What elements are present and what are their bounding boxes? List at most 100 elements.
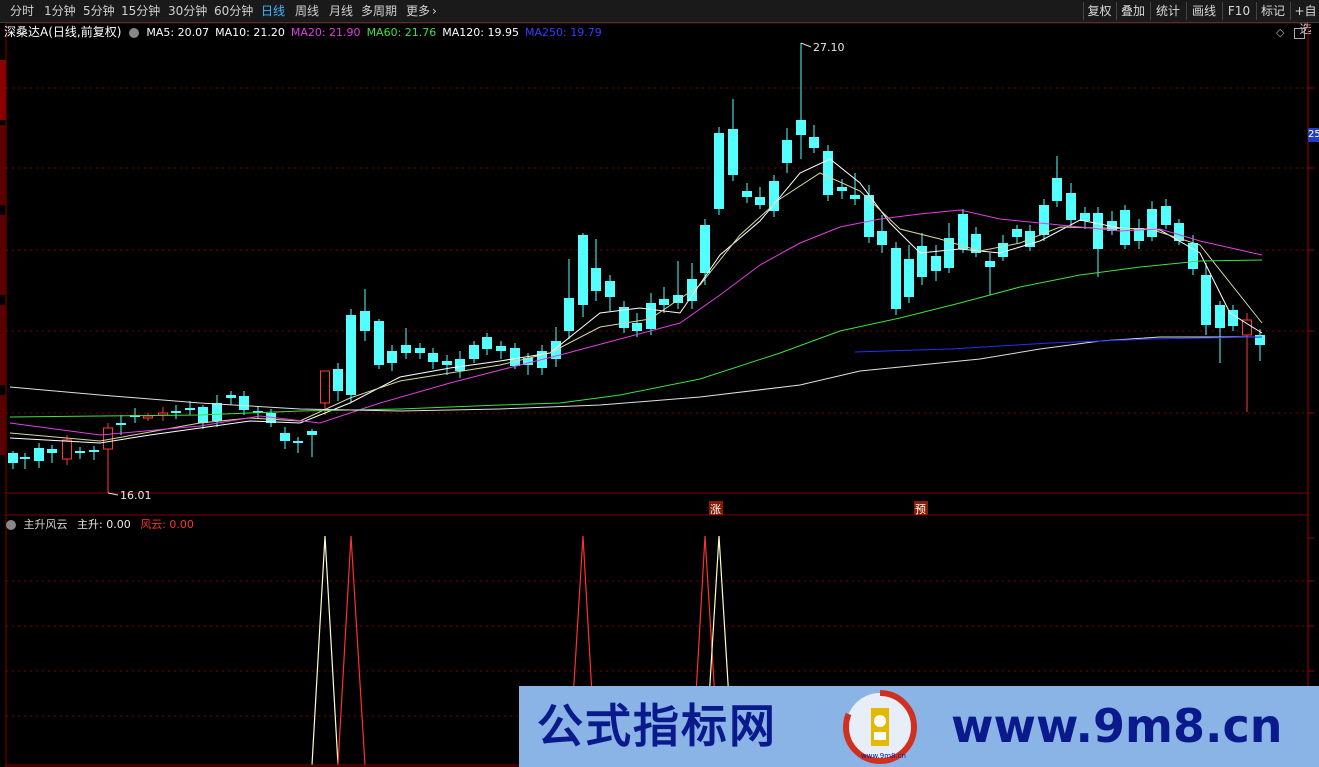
chart-mode: (日线,前复权) — [48, 25, 122, 39]
ma-legend-item: MA5: 20.07 — [146, 26, 210, 39]
candle-body — [823, 151, 833, 195]
diamond-icon[interactable]: ◇ — [1276, 26, 1284, 39]
period-tab[interactable]: 1分钟 — [44, 0, 76, 22]
more-arrow-icon[interactable]: › — [432, 0, 437, 22]
candle-body — [401, 345, 411, 353]
period-tab[interactable]: 月线 — [329, 0, 353, 22]
candle-body — [1242, 319, 1252, 336]
sidebar-tab[interactable] — [0, 305, 6, 385]
candle-body — [769, 181, 779, 211]
ma-legend-item: MA60: 21.76 — [366, 26, 437, 39]
candle-body — [1120, 210, 1130, 245]
watermark-title: 公式指标网 — [537, 699, 777, 753]
candle-body — [34, 448, 44, 461]
period-tab[interactable]: 日线 — [261, 0, 285, 22]
stock-name: 深桑达A — [4, 25, 49, 39]
candle-body — [20, 457, 30, 459]
indicator-line1: 主升: 0.00 — [77, 518, 131, 531]
candle-body — [1161, 206, 1171, 225]
toolbar-button[interactable]: F10 — [1222, 2, 1255, 20]
candle-body — [360, 311, 370, 331]
candle-body — [796, 120, 806, 135]
candle-body — [510, 348, 520, 366]
period-tab[interactable]: 15分钟 — [121, 0, 160, 22]
candle-body — [333, 369, 343, 391]
collapse-icon[interactable] — [128, 28, 139, 38]
candle-body — [659, 299, 669, 305]
ma-legend-item: MA120: 19.95 — [442, 26, 519, 39]
site-logo-icon: www.9m8.cn — [843, 690, 917, 764]
toolbar-button[interactable]: 叠加 — [1116, 2, 1149, 20]
candle-body — [998, 243, 1008, 257]
period-tab[interactable]: 周线 — [295, 0, 319, 22]
ma120-line — [9, 336, 1262, 412]
period-tab[interactable]: 分时 — [10, 0, 34, 22]
collapse-icon[interactable] — [6, 520, 16, 530]
window-icons: ◇ — [1276, 26, 1305, 39]
candle-body — [8, 453, 18, 463]
candle-body — [728, 129, 738, 175]
candle-body — [239, 396, 249, 410]
candle-body — [742, 191, 752, 197]
candle-body — [387, 351, 397, 363]
candle-body — [850, 195, 860, 199]
candle-body — [171, 411, 181, 413]
toolbar-button[interactable]: +自选 — [1290, 2, 1319, 36]
candle-body — [1066, 193, 1076, 220]
period-tab[interactable]: 5分钟 — [83, 0, 115, 22]
candle-body — [917, 246, 927, 277]
candle-body — [1052, 178, 1062, 201]
candle-body — [864, 195, 874, 237]
sidebar-tab[interactable] — [0, 215, 6, 295]
candle-body — [143, 415, 153, 419]
watermark-banner: 公式指标网 www.9m8.cn www.9m8.cn — [519, 686, 1319, 767]
ma-legend-item: MA20: 21.90 — [290, 26, 361, 39]
period-tab[interactable]: 30分钟 — [168, 0, 207, 22]
candle-body — [158, 412, 168, 416]
toolbar-button[interactable]: 标记 — [1256, 2, 1289, 20]
candle-body — [293, 441, 303, 443]
ma60-line — [9, 259, 1263, 418]
candle-body — [931, 256, 941, 271]
sidebar-tab[interactable] — [0, 395, 6, 455]
zhusheng-line — [311, 535, 339, 766]
indicator-name: 主升风云 — [23, 518, 68, 531]
ma250-line — [854, 336, 1263, 353]
period-tab[interactable]: 多周期 — [361, 0, 397, 22]
toolbar-button[interactable]: 复权 — [1083, 2, 1115, 20]
ma-legend-item: MA10: 21.20 — [215, 26, 285, 39]
candle-body — [226, 395, 236, 398]
sidebar-tab[interactable] — [0, 125, 6, 205]
candle-body — [958, 214, 968, 249]
candle-body — [1215, 305, 1225, 328]
fengyun-line — [337, 535, 366, 766]
period-tab[interactable]: 更多 — [406, 0, 430, 22]
candle-body — [1201, 275, 1211, 325]
period-toolbar: 分时 1分钟 5分钟 15分钟 30分钟 60分钟 日线 周线 月线 多周期 更多 › 复权 叠加 统计 画线… — [0, 0, 1319, 36]
period-tab[interactable]: 60分钟 — [214, 0, 253, 22]
kline-chart[interactable]: 27.10 16.01 涨 预 — [0, 23, 1319, 767]
candle-body — [605, 281, 615, 297]
candle-body — [782, 140, 792, 163]
toolbar-button[interactable]: 统计 — [1150, 2, 1185, 20]
candle-body — [455, 359, 465, 371]
candle-body — [62, 439, 72, 460]
candle-body — [877, 231, 887, 245]
candle-body — [591, 268, 601, 291]
toolbar-button[interactable]: 画线 — [1186, 2, 1221, 20]
chart-area: 27.10 16.01 涨 预 深桑达A(日线,前复权) MA5: 20.07 MA10… — [0, 23, 1319, 767]
candle-body — [1039, 205, 1049, 235]
candle-body — [904, 259, 914, 297]
main-legend: 深桑达A(日线,前复权) MA5: 20.07 MA10: 21.20 MA20: … — [4, 24, 608, 40]
candle-body — [837, 187, 847, 191]
candle-body — [89, 450, 99, 452]
signal-marker: 涨 — [710, 503, 721, 516]
sidebar-tab[interactable] — [0, 60, 6, 120]
restore-icon[interactable] — [1293, 27, 1305, 39]
logo-subtext: www.9m8.cn — [861, 752, 906, 760]
candle-body — [1147, 209, 1157, 237]
candle-body — [714, 133, 724, 209]
candle-body — [755, 197, 765, 205]
low-price-label: 16.01 — [120, 489, 152, 502]
candle-body — [564, 298, 574, 331]
